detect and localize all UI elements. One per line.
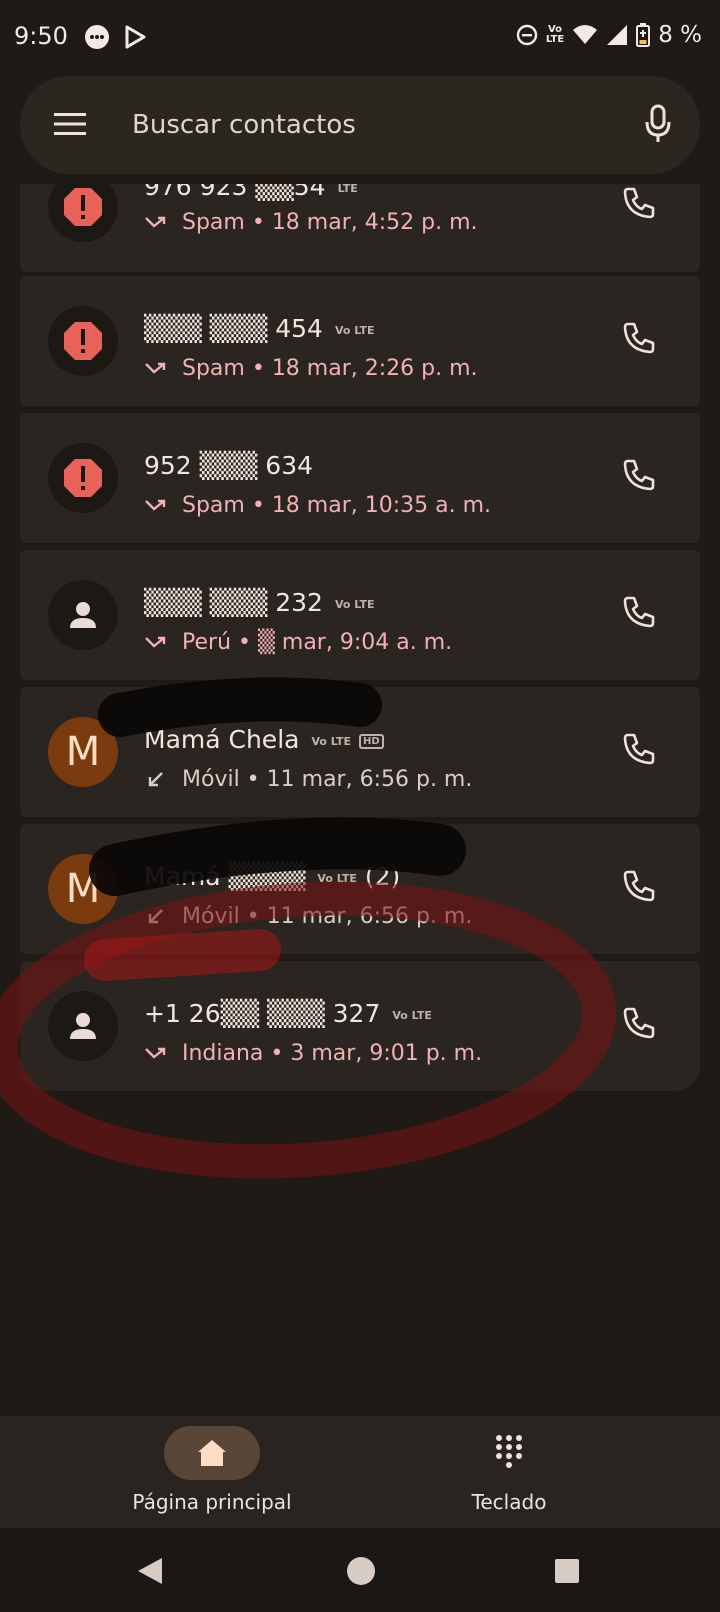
battery-icon <box>636 23 651 47</box>
spam-avatar <box>48 306 118 376</box>
spam-warning-icon <box>64 459 102 497</box>
volte-badge: LTE <box>337 184 358 195</box>
volte-badge: Vo LTE <box>334 323 375 337</box>
call-row[interactable]: ▒▒▒ ▒▒▒ 454 Vo LTE Spam • 18 mar, 2:26 p.… <box>20 276 700 406</box>
call-meta: Spam • 18 mar, 2:26 p. m. <box>144 356 478 381</box>
battery-percent: 8 % <box>658 22 702 48</box>
person-icon <box>70 1013 96 1039</box>
play-store-icon <box>125 25 146 49</box>
call-meta: Spam • 18 mar, 10:35 a. m. <box>144 493 491 518</box>
call-meta: Perú • ▒ mar, 9:04 a. m. <box>144 630 452 655</box>
caller-name: Mamá Chela Vo LTE HD <box>144 725 384 754</box>
nav-keypad-label: Teclado <box>471 1490 547 1514</box>
nav-home[interactable]: Página principal <box>112 1426 312 1514</box>
volte-badge: Vo LTE <box>311 734 351 748</box>
caller-name: 952 ▒▒▒ 634 <box>144 451 314 480</box>
missed-call-icon <box>145 216 166 228</box>
caller-name: Mamá ▒▒▒▒ Vo LTE (2) <box>144 862 401 891</box>
call-row[interactable]: 952 ▒▒▒ 634 Spam • 18 mar, 10:35 a. m. <box>20 413 700 543</box>
call-meta: Indiana • 3 mar, 9:01 p. m. <box>144 1041 482 1066</box>
call-icon[interactable] <box>622 869 656 903</box>
call-row[interactable]: +1 26▒▒ ▒▒▒ 327 Vo LTE Indiana • 3 mar, 9… <box>20 961 700 1091</box>
caller-name: ▒▒▒ ▒▒▒ 454 Vo LTE <box>144 314 375 343</box>
dnd-icon <box>516 24 538 46</box>
wifi-icon <box>573 25 598 44</box>
person-icon <box>70 602 96 628</box>
call-icon[interactable] <box>622 732 656 766</box>
call-icon[interactable] <box>622 186 656 220</box>
missed-call-icon <box>145 499 166 511</box>
caller-name: +1 26▒▒ ▒▒▒ 327 Vo LTE <box>144 999 432 1028</box>
call-row[interactable]: M Mamá Chela Vo LTE HD Móvil • 11 mar, 6:5… <box>20 687 700 817</box>
missed-call-icon <box>145 362 166 374</box>
search-bar[interactable]: Buscar contactos <box>20 76 700 174</box>
back-icon[interactable] <box>136 1556 164 1586</box>
spam-avatar <box>48 443 118 513</box>
volte-icon: Vo LTE <box>545 24 565 45</box>
contact-avatar: M <box>48 854 118 924</box>
volte-badge: Vo LTE <box>392 1008 432 1022</box>
call-meta: Móvil • 11 mar, 6:56 p. m. <box>144 904 472 929</box>
contact-avatar: M <box>48 717 118 787</box>
call-icon[interactable] <box>622 595 656 629</box>
incoming-call-icon <box>148 771 163 786</box>
messages-icon <box>85 25 109 49</box>
call-row[interactable]: M Mamá ▒▒▒▒ Vo LTE (2) Móvil • 11 mar, 6:… <box>20 824 700 954</box>
home-icon <box>198 1440 226 1466</box>
call-row[interactable]: 976 923 ▒▒54 LTE Spam • 18 mar, 4:52 p. m… <box>20 184 700 272</box>
nav-home-pill[interactable] <box>164 1426 260 1480</box>
hd-badge: HD <box>358 733 384 749</box>
call-icon[interactable] <box>622 1006 656 1040</box>
spam-warning-icon <box>64 188 102 226</box>
caller-name: ▒▒▒ ▒▒▒ 232 Vo LTE <box>144 588 375 617</box>
caller-name: 976 923 ▒▒54 LTE <box>144 184 358 201</box>
dialpad-icon <box>496 1435 522 1468</box>
missed-call-icon <box>145 1047 166 1059</box>
nav-keypad-pill[interactable] <box>461 1426 557 1480</box>
call-row[interactable]: ▒▒▒ ▒▒▒ 232 Vo LTE Perú • ▒ mar, 9:04 a. … <box>20 550 700 680</box>
nav-home-label: Página principal <box>132 1490 292 1514</box>
status-bar: 9:50 Vo LTE 8 % <box>0 0 720 76</box>
incoming-call-icon <box>148 908 163 923</box>
mic-icon[interactable] <box>644 104 672 144</box>
spam-warning-icon <box>64 322 102 360</box>
call-count: (2) <box>364 862 401 891</box>
missed-call-icon <box>145 636 166 648</box>
system-navigation-bar <box>0 1528 720 1612</box>
call-meta: Spam • 18 mar, 4:52 p. m. <box>144 210 478 235</box>
menu-icon[interactable] <box>54 112 86 136</box>
call-icon[interactable] <box>622 458 656 492</box>
bottom-navigation: Página principal Teclado <box>0 1416 720 1528</box>
recents-icon[interactable] <box>554 1558 580 1584</box>
call-icon[interactable] <box>622 321 656 355</box>
search-input[interactable]: Buscar contactos <box>132 110 356 140</box>
nav-keypad[interactable]: Teclado <box>444 1426 574 1514</box>
call-meta: Móvil • 11 mar, 6:56 p. m. <box>144 767 472 792</box>
spam-avatar <box>48 184 118 242</box>
volte-badge: Vo LTE <box>334 597 375 611</box>
home-circle-icon[interactable] <box>346 1556 376 1586</box>
contact-avatar <box>48 991 118 1061</box>
contact-avatar <box>48 580 118 650</box>
status-time: 9:50 <box>14 22 68 50</box>
volte-badge: Vo LTE <box>317 871 357 885</box>
signal-icon <box>607 25 628 45</box>
